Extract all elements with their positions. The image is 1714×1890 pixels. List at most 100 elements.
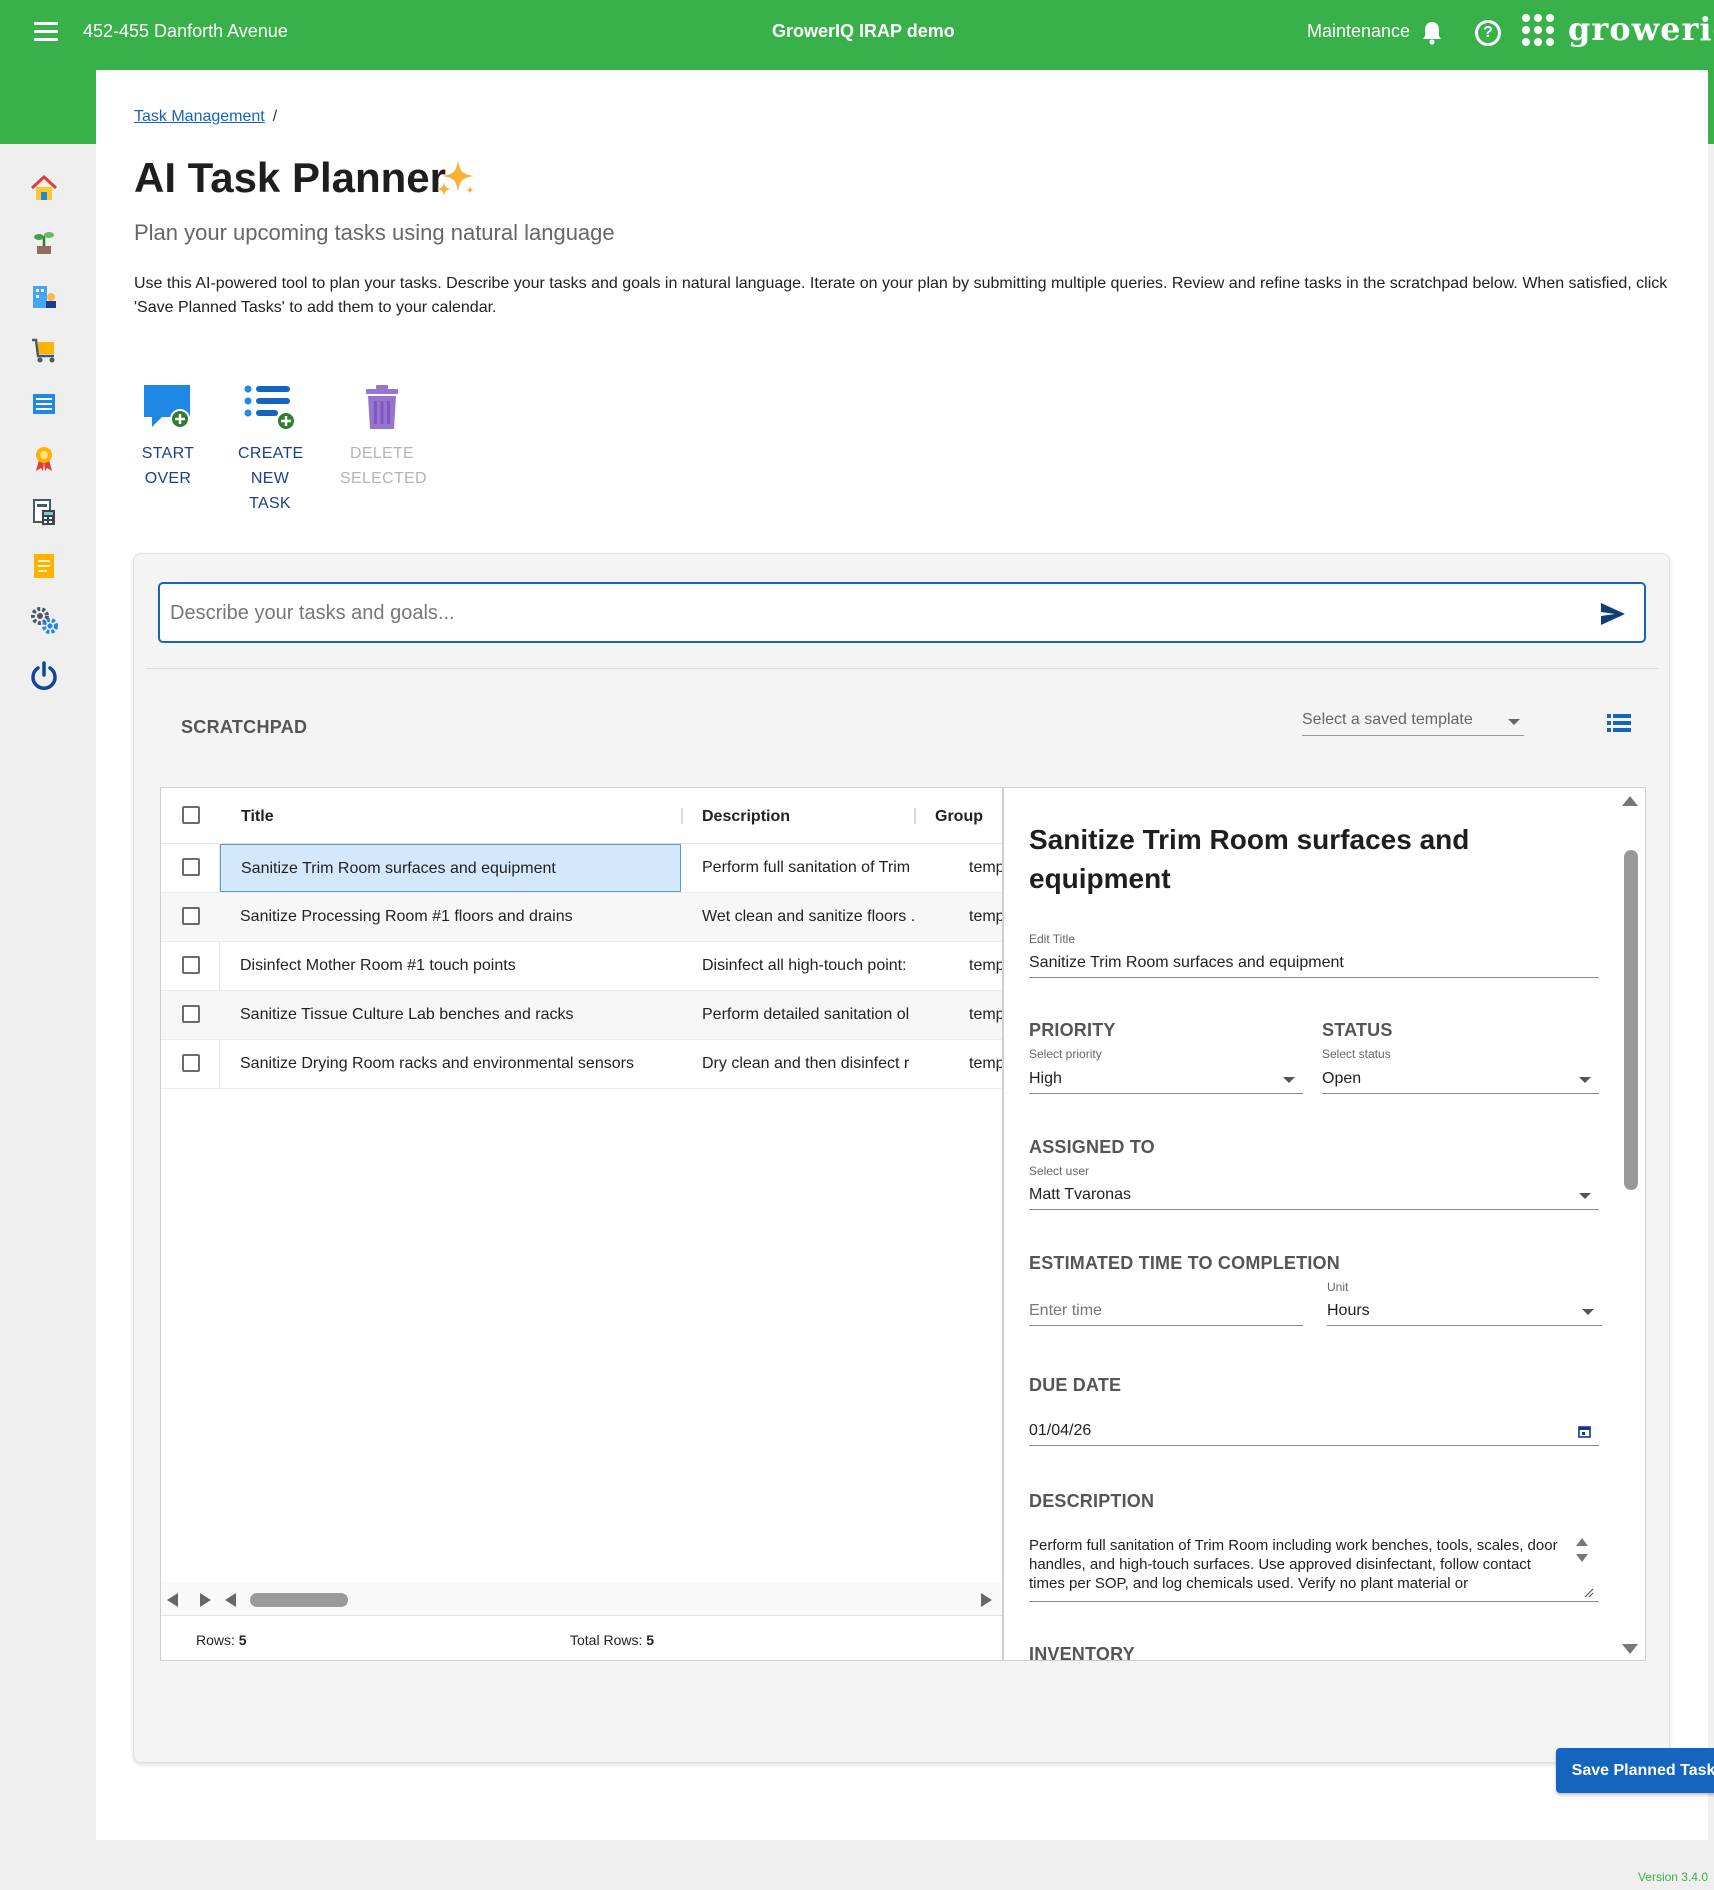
status-select[interactable]: Open xyxy=(1322,1064,1599,1094)
saved-template-placeholder: Select a saved template xyxy=(1302,711,1473,728)
task-detail-heading: Sanitize Trim Room surfaces and equipmen… xyxy=(1029,824,1470,894)
rows-count-value: 5 xyxy=(238,1632,247,1648)
priority-select[interactable]: High xyxy=(1029,1064,1303,1094)
scrollbar-thumb[interactable] xyxy=(1624,850,1638,1190)
scroll-right-icon[interactable] xyxy=(981,1593,992,1607)
table-row[interactable]: Disinfect Mother Room #1 touch points Di… xyxy=(161,942,1002,991)
scroll-left-icon[interactable] xyxy=(225,1593,236,1607)
create-task-label-3: TASK xyxy=(249,495,291,512)
description-textarea[interactable]: Perform full sanitation of Trim Room inc… xyxy=(1029,1536,1599,1602)
list-view-icon[interactable] xyxy=(1607,713,1631,733)
edit-title-field[interactable]: Sanitize Trim Room surfaces and equipmen… xyxy=(1029,948,1599,978)
plant-icon[interactable] xyxy=(28,226,60,258)
list-icon[interactable] xyxy=(28,388,60,420)
document-icon[interactable] xyxy=(28,550,60,582)
due-date-value: 01/04/26 xyxy=(1029,1422,1092,1439)
help-icon[interactable]: ? xyxy=(1475,20,1501,46)
cart-icon[interactable] xyxy=(28,334,60,366)
scroll-down-icon[interactable] xyxy=(1622,1644,1638,1654)
column-resize-handle[interactable] xyxy=(914,808,916,824)
resize-handle-icon[interactable] xyxy=(1584,1588,1594,1598)
chevron-down-icon xyxy=(1579,1077,1591,1083)
horizontal-scrollbar[interactable] xyxy=(161,1583,1002,1615)
breadcrumb-task-management-link[interactable]: Task Management xyxy=(134,108,265,125)
total-rows-count: Total Rows: 5 xyxy=(570,1632,654,1648)
column-header-group[interactable]: Group xyxy=(935,808,983,826)
title-cell[interactable]: Sanitize Trim Room surfaces and equipmen… xyxy=(220,844,681,892)
inventory-heading: INVENTORY xyxy=(1029,1644,1135,1661)
estimated-time-input[interactable]: Enter time xyxy=(1029,1296,1303,1326)
version-label: Version 3.4.0 xyxy=(1637,1870,1708,1884)
grid-header: Title Description Group xyxy=(161,788,1002,844)
power-icon[interactable] xyxy=(28,660,60,692)
table-row[interactable]: Sanitize Drying Room racks and environme… xyxy=(161,1040,1002,1089)
description-cell[interactable]: Perform full sanitation of Trim xyxy=(702,844,917,892)
table-row[interactable]: Sanitize Trim Room surfaces and equipmen… xyxy=(161,844,1002,893)
saved-template-select[interactable]: Select a saved template xyxy=(1302,704,1524,736)
group-cell[interactable]: temp xyxy=(969,942,1002,990)
page-title: AI Task Planner xyxy=(134,154,447,201)
estimated-time-heading: ESTIMATED TIME TO COMPLETION xyxy=(1029,1253,1340,1273)
total-rows-value: 5 xyxy=(646,1632,655,1648)
description-cell[interactable]: Dry clean and then disinfect r xyxy=(702,1040,917,1088)
create-new-task-button[interactable]: CREATE NEW TASK xyxy=(238,383,303,516)
due-date-input[interactable]: 01/04/26 xyxy=(1029,1416,1599,1446)
description-cell[interactable]: Wet clean and sanitize floors . xyxy=(702,893,917,941)
status-heading: STATUS xyxy=(1322,1020,1393,1040)
column-resize-handle[interactable] xyxy=(681,808,683,824)
table-row[interactable]: Sanitize Tissue Culture Lab benches and … xyxy=(161,991,1002,1040)
row-checkbox[interactable] xyxy=(182,1054,200,1072)
menu-icon[interactable] xyxy=(34,22,58,42)
grid-footer: Rows: 5 Total Rows: 5 xyxy=(161,1615,1002,1660)
send-icon[interactable] xyxy=(1600,602,1626,626)
table-row[interactable]: Sanitize Processing Room #1 floors and d… xyxy=(161,893,1002,942)
column-header-description[interactable]: Description xyxy=(702,808,790,826)
textarea-scroll-down-icon[interactable] xyxy=(1576,1554,1588,1562)
title-cell[interactable]: Sanitize Tissue Culture Lab benches and … xyxy=(240,991,680,1039)
delete-selected-button[interactable]: DELETE SELECTED xyxy=(340,383,427,491)
maintenance-link[interactable]: Maintenance xyxy=(1307,21,1410,42)
home-icon[interactable] xyxy=(28,172,60,204)
settings-icon[interactable] xyxy=(28,604,60,636)
facility-icon[interactable] xyxy=(28,280,60,312)
bell-icon[interactable] xyxy=(1420,20,1444,46)
calendar-icon[interactable] xyxy=(1578,1425,1591,1438)
calculator-icon[interactable] xyxy=(28,496,60,528)
scrollbar-thumb[interactable] xyxy=(250,1593,348,1607)
groweriq-logo: groweriq xyxy=(1520,10,1714,50)
breadcrumb-separator: / xyxy=(272,108,278,125)
scroll-right-icon[interactable] xyxy=(200,1593,211,1607)
scratchpad-heading: SCRATCHPAD xyxy=(181,717,308,737)
group-cell[interactable]: temp xyxy=(969,991,1002,1039)
textarea-scroll-up-icon[interactable] xyxy=(1576,1538,1588,1546)
title-cell[interactable]: Disinfect Mother Room #1 touch points xyxy=(240,942,680,990)
row-checkbox[interactable] xyxy=(182,1005,200,1023)
column-header-title[interactable]: Title xyxy=(241,808,274,826)
assigned-to-heading: ASSIGNED TO xyxy=(1029,1137,1155,1157)
page-subtitle: Plan your upcoming tasks using natural l… xyxy=(134,220,615,245)
vertical-scrollbar[interactable] xyxy=(1615,788,1645,1660)
description-cell[interactable]: Perform detailed sanitation ol xyxy=(702,991,917,1039)
group-cell[interactable]: temp xyxy=(969,893,1002,941)
row-checkbox[interactable] xyxy=(182,956,200,974)
assigned-user-select[interactable]: Matt Tvaronas xyxy=(1029,1180,1599,1210)
unit-label: Unit xyxy=(1327,1280,1349,1294)
planner-panel: SCRATCHPAD Select a saved template Title… xyxy=(133,553,1714,1793)
group-cell[interactable]: temp xyxy=(969,1040,1002,1088)
badge-icon[interactable] xyxy=(28,442,60,474)
time-unit-select[interactable]: Hours xyxy=(1327,1296,1602,1326)
title-cell[interactable]: Sanitize Processing Room #1 floors and d… xyxy=(240,893,680,941)
save-planned-tasks-button[interactable]: Save Planned Tasks xyxy=(1556,1748,1714,1793)
group-cell[interactable]: temp xyxy=(969,844,1002,892)
scroll-left-icon[interactable] xyxy=(167,1593,178,1607)
description-cell[interactable]: Disinfect all high-touch point: xyxy=(702,942,917,990)
scroll-up-icon[interactable] xyxy=(1622,796,1638,806)
select-all-checkbox[interactable] xyxy=(182,806,200,824)
row-checkbox[interactable] xyxy=(182,858,200,876)
title-cell[interactable]: Sanitize Drying Room racks and environme… xyxy=(240,1040,680,1088)
site-selector[interactable]: 452-455 Danforth Avenue xyxy=(83,21,288,42)
chat-add-icon xyxy=(144,385,190,429)
start-over-button[interactable]: START OVER xyxy=(134,383,202,491)
row-checkbox[interactable] xyxy=(182,907,200,925)
task-query-input[interactable] xyxy=(170,592,1570,634)
